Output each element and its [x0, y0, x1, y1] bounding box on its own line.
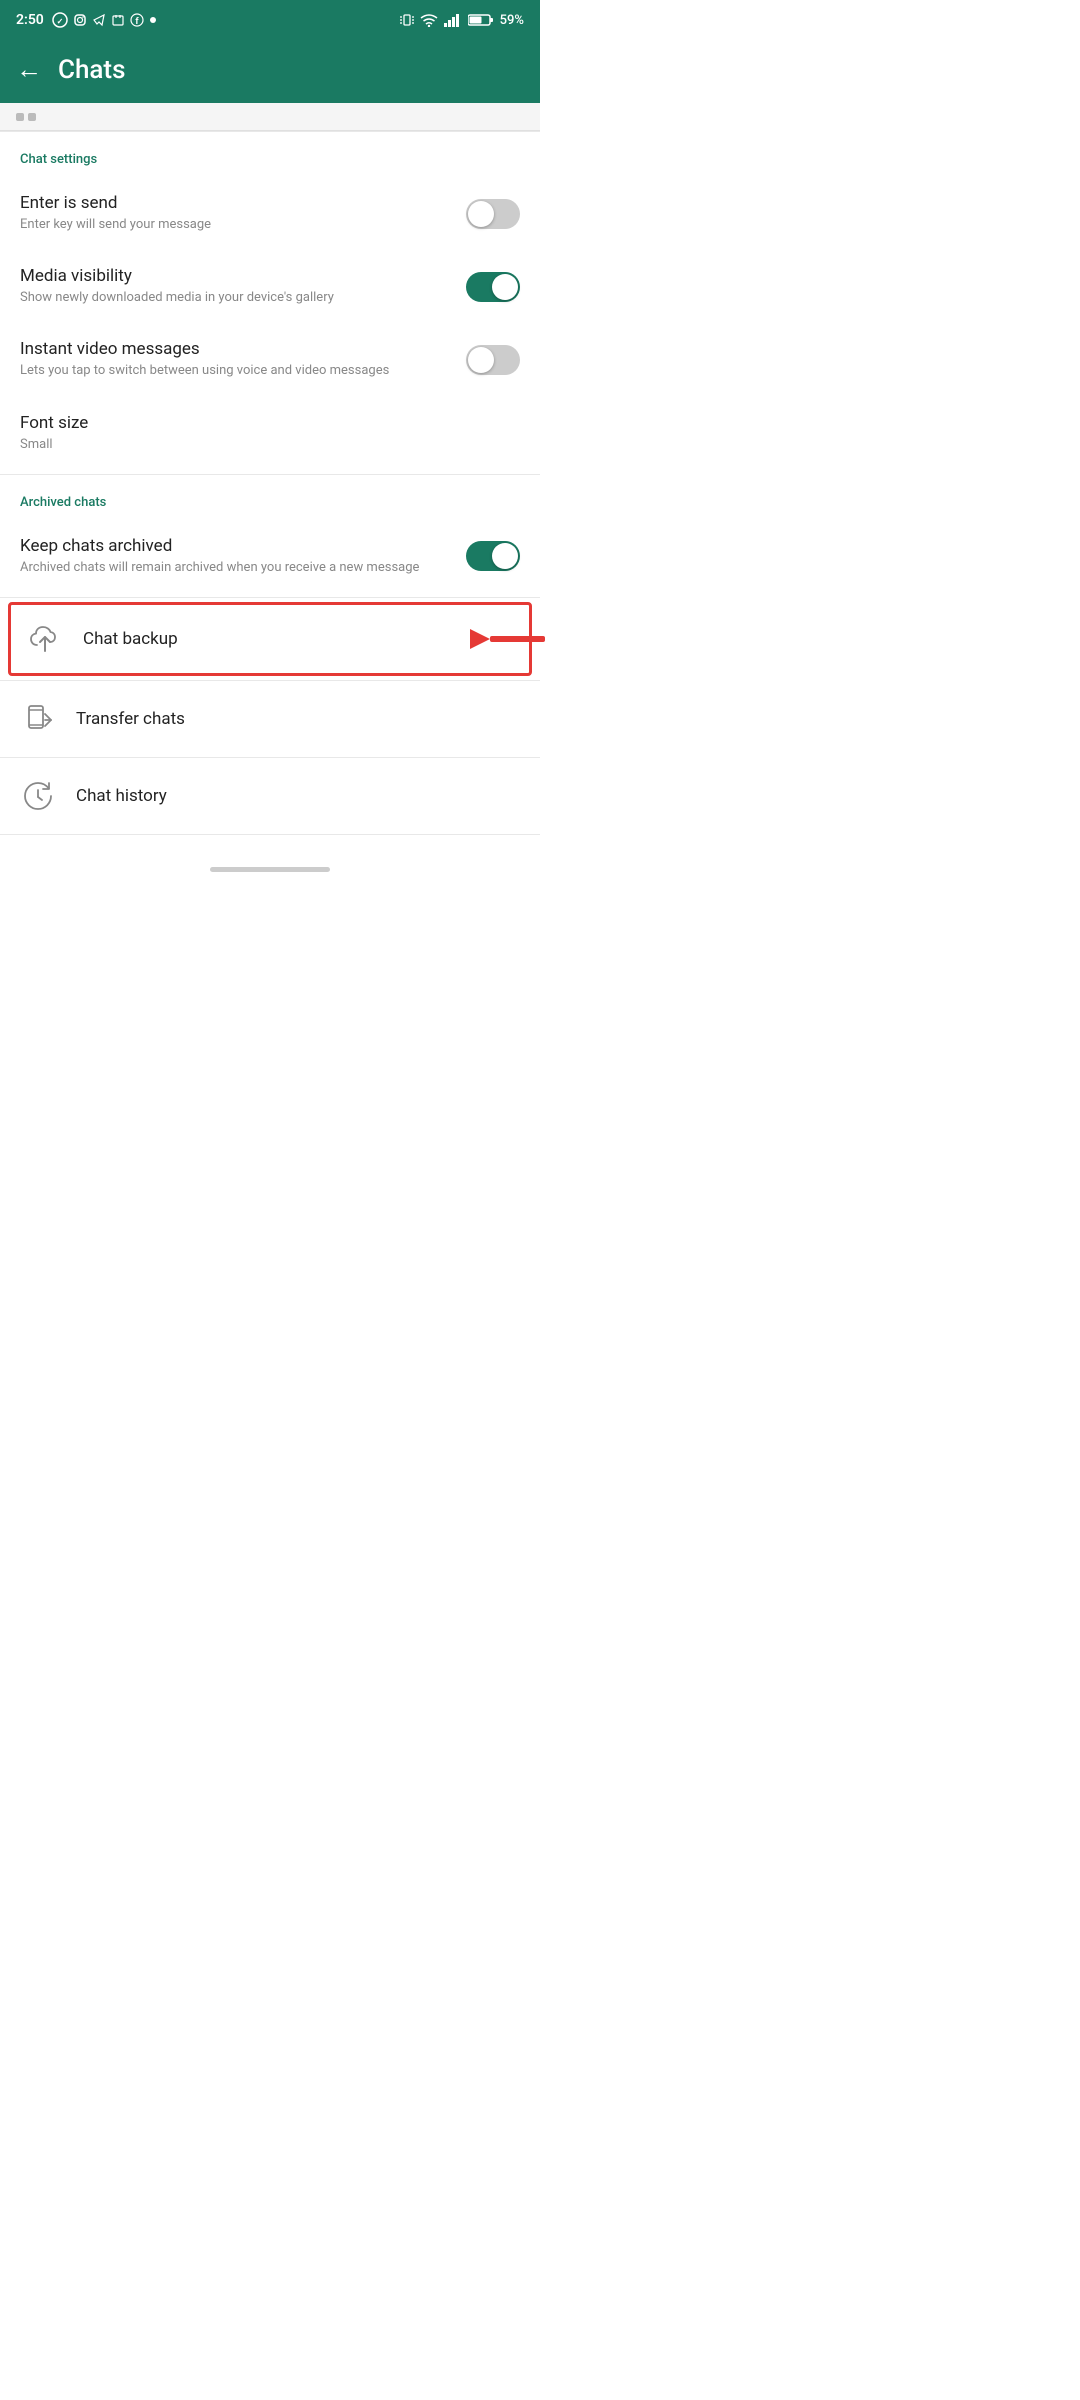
chat-settings-section: Chat settings Enter is send Enter key wi…	[0, 132, 540, 474]
status-right-icons: 59%	[400, 12, 524, 28]
media-visibility-text: Media visibility Show newly downloaded m…	[20, 266, 466, 307]
red-arrow-icon	[460, 621, 550, 657]
notification-icons: ✓ f	[52, 12, 157, 28]
chat-backup-wrapper: Chat backup	[0, 602, 540, 676]
chat-backup-icon	[27, 621, 63, 657]
chat-settings-label: Chat settings	[0, 152, 540, 177]
bottom-pill	[210, 867, 330, 872]
media-visibility-knob	[492, 274, 518, 300]
enter-is-send-knob	[468, 201, 494, 227]
instant-video-toggle[interactable]	[466, 345, 520, 375]
back-button[interactable]: ←	[16, 54, 42, 85]
scroll-hint	[0, 103, 540, 131]
telegram-icon	[92, 13, 106, 27]
status-bar: 2:50 ✓ f	[0, 0, 540, 40]
dot-2	[28, 113, 36, 121]
font-size-text: Font size Small	[20, 413, 520, 454]
dot-icon	[149, 16, 157, 24]
enter-is-send-title: Enter is send	[20, 193, 446, 213]
instagram-icon	[73, 13, 87, 27]
page-title: Chats	[58, 55, 125, 85]
chat-history-label: Chat history	[76, 786, 167, 806]
vibrate-icon	[400, 12, 414, 28]
red-arrow-container	[460, 621, 550, 657]
font-size-row[interactable]: Font size Small	[0, 397, 540, 470]
instant-video-text: Instant video messages Lets you tap to s…	[20, 339, 466, 380]
transfer-icon	[23, 704, 53, 734]
font-size-value: Small	[20, 436, 500, 454]
font-size-title: Font size	[20, 413, 500, 433]
instant-video-subtitle: Lets you tap to switch between using voi…	[20, 362, 446, 380]
media-visibility-row[interactable]: Media visibility Show newly downloaded m…	[0, 250, 540, 323]
chat-history-icon	[20, 778, 56, 814]
wifi-icon	[420, 13, 438, 27]
keep-archived-row[interactable]: Keep chats archived Archived chats will …	[0, 520, 540, 593]
media-visibility-title: Media visibility	[20, 266, 446, 286]
battery-icon	[468, 13, 494, 27]
chat-history-row[interactable]: Chat history	[0, 758, 540, 834]
scroll-dots	[16, 113, 36, 121]
facebook-icon: f	[130, 13, 144, 27]
dot-1	[16, 113, 24, 121]
signal-icon	[444, 13, 462, 27]
battery-text: 59%	[500, 13, 524, 28]
enter-is-send-row[interactable]: Enter is send Enter key will send your m…	[0, 177, 540, 250]
archived-chats-section: Archived chats Keep chats archived Archi…	[0, 475, 540, 597]
keep-archived-toggle[interactable]	[466, 541, 520, 571]
svg-text:✓: ✓	[56, 17, 63, 26]
instant-video-title: Instant video messages	[20, 339, 446, 359]
transfer-chats-label: Transfer chats	[76, 709, 185, 729]
whatsapp-icon: ✓	[52, 12, 68, 28]
instant-video-knob	[468, 347, 494, 373]
keep-archived-title: Keep chats archived	[20, 536, 446, 556]
media-visibility-toggle[interactable]	[466, 272, 520, 302]
enter-is-send-text: Enter is send Enter key will send your m…	[20, 193, 466, 234]
section-divider-2	[0, 597, 540, 598]
media-visibility-subtitle: Show newly downloaded media in your devi…	[20, 289, 446, 307]
bottom-nav-bar	[0, 855, 540, 880]
instant-video-row[interactable]: Instant video messages Lets you tap to s…	[0, 323, 540, 396]
status-time: 2:50 ✓ f	[16, 12, 157, 28]
transfer-chats-icon	[20, 701, 56, 737]
chat-backup-row[interactable]: Chat backup	[8, 602, 532, 676]
transfer-chats-row[interactable]: Transfer chats	[0, 681, 540, 757]
page-header: ← Chats	[0, 40, 540, 103]
cloud-upload-icon	[29, 623, 61, 655]
history-icon	[23, 781, 53, 811]
keep-archived-text: Keep chats archived Archived chats will …	[20, 536, 466, 577]
keep-archived-subtitle: Archived chats will remain archived when…	[20, 559, 446, 577]
enter-is-send-toggle[interactable]	[466, 199, 520, 229]
enter-is-send-subtitle: Enter key will send your message	[20, 216, 446, 234]
calendar-icon	[111, 13, 125, 27]
keep-archived-knob	[492, 543, 518, 569]
bottom-divider	[0, 834, 540, 835]
archived-chats-label: Archived chats	[0, 495, 540, 520]
chat-backup-label: Chat backup	[83, 629, 178, 649]
